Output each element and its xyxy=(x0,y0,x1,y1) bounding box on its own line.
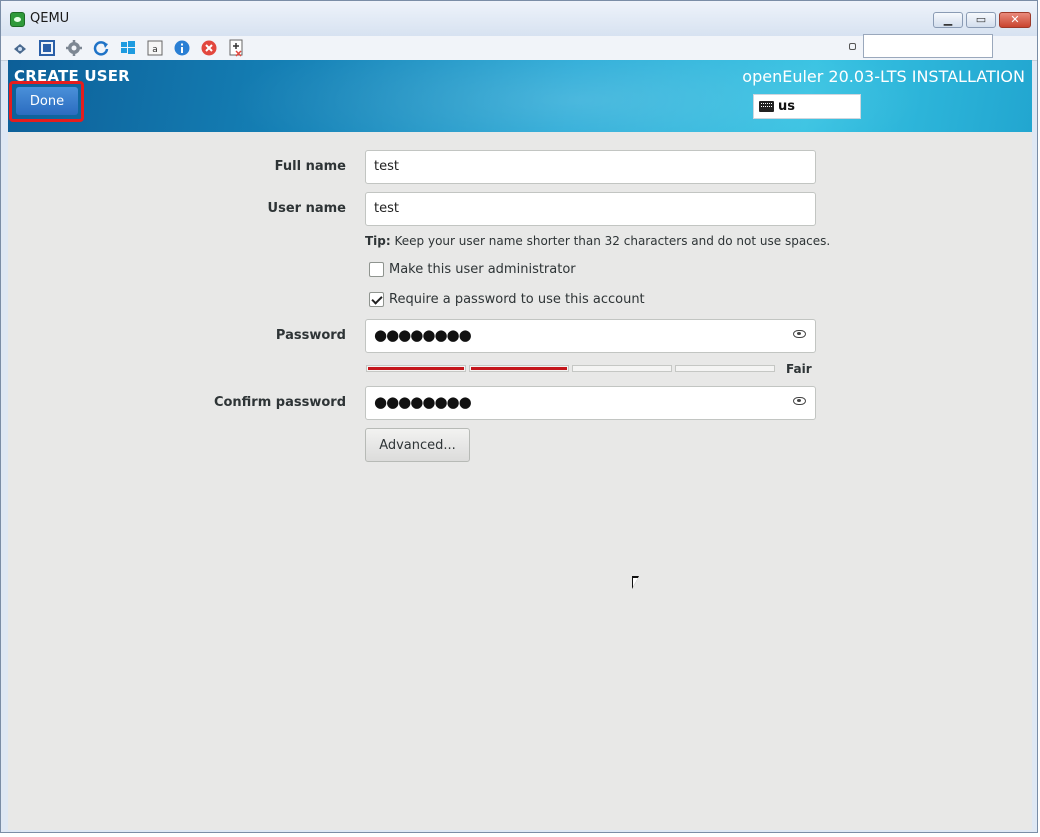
confirm-password-value: ●●●●●●●● xyxy=(374,393,472,411)
keyboard-a-icon[interactable]: a xyxy=(146,39,164,57)
minimize-button[interactable]: ▁ xyxy=(933,12,963,28)
full-name-label: Full name xyxy=(274,159,346,174)
stop-icon[interactable] xyxy=(200,39,218,57)
mouse-pointer-icon xyxy=(632,576,639,589)
user-name-tip: Tip: Keep your user name shorter than 32… xyxy=(365,234,830,248)
password-input[interactable]: ●●●●●●●● xyxy=(365,319,816,353)
show-confirm-password-eye-icon[interactable] xyxy=(793,397,806,405)
fullscreen-icon[interactable] xyxy=(38,39,56,57)
strength-segment xyxy=(675,365,775,372)
svg-text:a: a xyxy=(152,45,158,55)
show-password-eye-icon[interactable] xyxy=(793,330,806,338)
maximize-button[interactable]: ▭ xyxy=(966,12,996,28)
strength-segment xyxy=(572,365,672,372)
full-name-input[interactable]: test xyxy=(365,150,816,184)
password-strength-meter xyxy=(366,365,779,372)
bottom-strip xyxy=(0,833,1040,837)
screenshot-icon[interactable] xyxy=(227,39,245,57)
advanced-button[interactable]: Advanced... xyxy=(365,428,470,462)
confirm-password-label: Confirm password xyxy=(213,395,346,410)
qemu-window: QEMU ▁ ▭ ✕ a CREATE USER Done openEuler … xyxy=(0,0,1038,833)
toolbar-search-input[interactable] xyxy=(863,34,993,58)
product-title: openEuler 20.03-LTS INSTALLATION xyxy=(742,67,1025,86)
installer-header: CREATE USER Done openEuler 20.03-LTS INS… xyxy=(8,60,1032,132)
admin-checkbox[interactable] xyxy=(369,262,384,277)
keyboard-layout-label: us xyxy=(778,99,795,114)
done-button[interactable]: Done xyxy=(16,87,78,115)
tip-text: Keep your user name shorter than 32 char… xyxy=(390,234,831,248)
user-name-label: User name xyxy=(267,201,346,216)
tip-prefix: Tip: xyxy=(365,234,391,248)
windows-icon[interactable] xyxy=(119,39,137,57)
qemu-app-icon xyxy=(10,12,25,27)
confirm-password-input[interactable]: ●●●●●●●● xyxy=(365,386,816,420)
password-label: Password xyxy=(275,328,346,343)
installer-screen: CREATE USER Done openEuler 20.03-LTS INS… xyxy=(8,60,1032,830)
full-name-value: test xyxy=(374,159,399,174)
password-value: ●●●●●●●● xyxy=(374,326,472,344)
info-icon[interactable] xyxy=(173,39,191,57)
strength-segment xyxy=(469,365,569,372)
search-toggle-icon[interactable] xyxy=(849,43,856,50)
close-button[interactable]: ✕ xyxy=(999,12,1031,28)
keyboard-layout-indicator[interactable]: us xyxy=(753,94,861,119)
refresh-icon[interactable] xyxy=(92,39,110,57)
keyboard-icon xyxy=(759,101,774,112)
user-name-value: test xyxy=(374,201,399,216)
require-password-checkbox[interactable] xyxy=(369,292,384,307)
settings-icon[interactable] xyxy=(65,39,83,57)
admin-checkbox-label[interactable]: Make this user administrator xyxy=(389,262,576,277)
title-bar: QEMU ▁ ▭ ✕ xyxy=(1,1,1037,36)
password-strength-label: Fair xyxy=(786,362,812,376)
user-name-input[interactable]: test xyxy=(365,192,816,226)
require-password-label[interactable]: Require a password to use this account xyxy=(389,292,645,307)
strength-segment xyxy=(366,365,466,372)
window-title: QEMU xyxy=(30,11,70,26)
network-icon[interactable] xyxy=(11,39,29,57)
